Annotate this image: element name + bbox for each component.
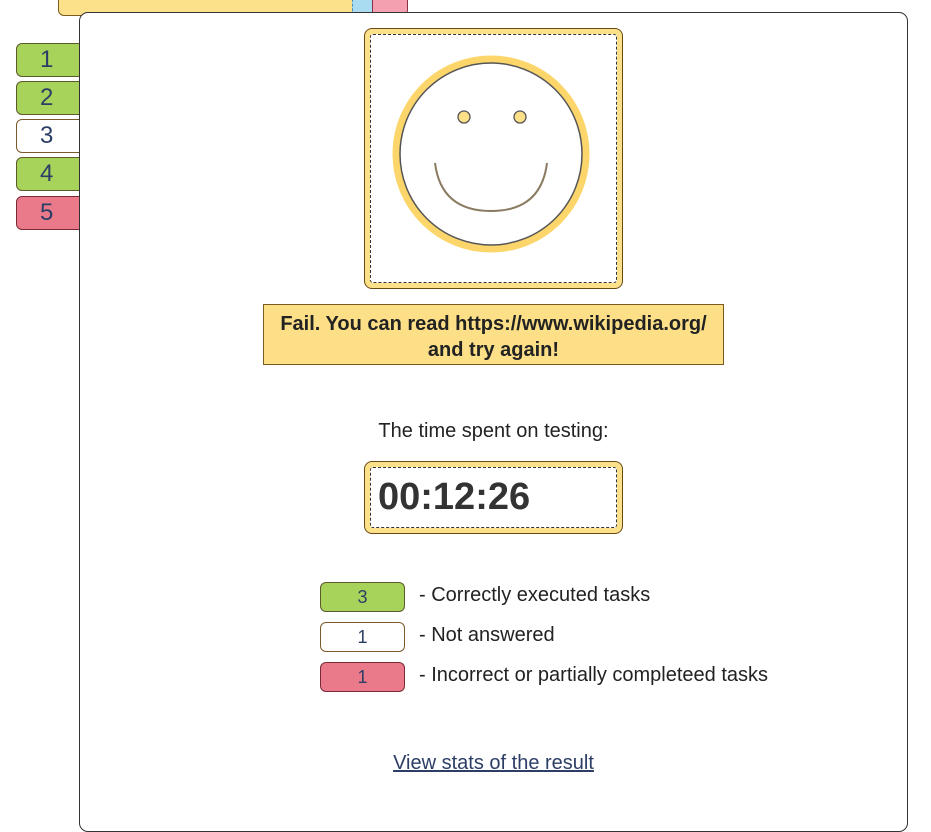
- timer-frame: 00:12:26: [364, 461, 623, 534]
- task-tab-1[interactable]: 1: [16, 43, 86, 77]
- time-spent-label: The time spent on testing:: [378, 420, 609, 442]
- result-message-line2: and try again!: [427, 339, 560, 361]
- legend-text-incorrect: - Incorrect or partially completeed task…: [419, 664, 769, 686]
- legend-text-correct: - Correctly executed tasks: [419, 584, 651, 606]
- result-message-line1: Fail. You can read https://www.wikipedia…: [280, 313, 707, 335]
- legend-count-not-answered: 1: [320, 622, 405, 652]
- result-message: Fail. You can read https://www.wikipedia…: [263, 304, 724, 365]
- legend-count-correct: 3: [320, 582, 405, 612]
- legend-text-not-answered: - Not answered: [419, 624, 555, 646]
- smiley-container: [370, 34, 617, 283]
- smiley-frame: [364, 28, 623, 289]
- task-tab-2[interactable]: 2: [16, 81, 86, 115]
- view-stats-link[interactable]: View stats of the result: [263, 752, 724, 775]
- time-spent-value: 00:12:26: [370, 467, 617, 528]
- task-tab-5[interactable]: 5: [16, 196, 86, 230]
- legend-count-incorrect: 1: [320, 662, 405, 692]
- task-tab-3[interactable]: 3: [16, 119, 86, 153]
- smiley-face-icon: [392, 55, 590, 253]
- task-tab-4[interactable]: 4: [16, 157, 86, 191]
